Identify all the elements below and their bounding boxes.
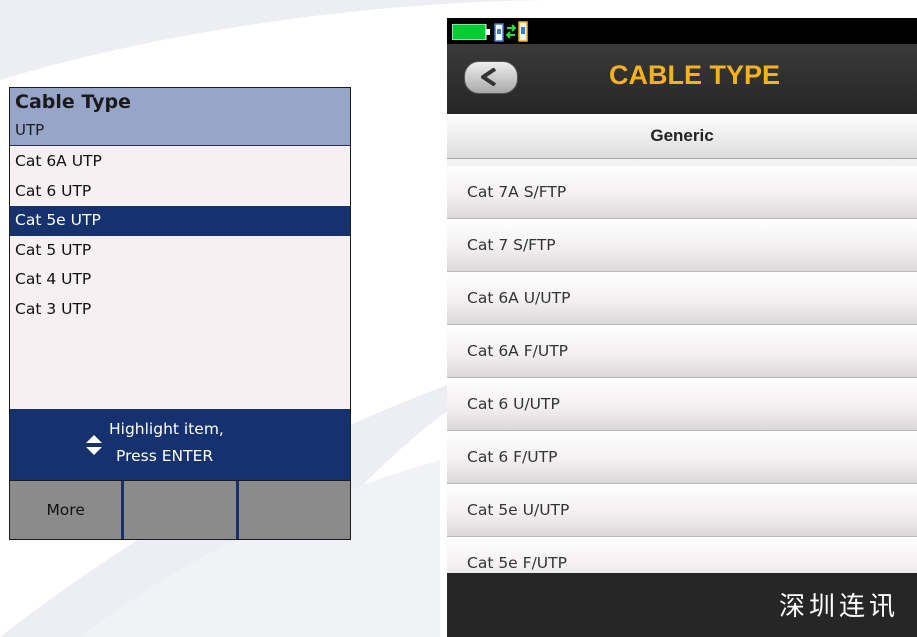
list-item-selected[interactable]: Cat 5e UTP <box>10 206 350 236</box>
softkey-3[interactable] <box>235 481 350 539</box>
list-item[interactable]: Cat 6A F/UTP <box>447 325 917 378</box>
softkey-2[interactable] <box>121 481 236 539</box>
list-item[interactable]: Cat 6 F/UTP <box>447 431 917 484</box>
cable-list: Cat 7A S/FTP Cat 7 S/FTP Cat 6A U/UTP Ca… <box>447 166 917 590</box>
status-bar <box>447 18 917 44</box>
cable-list: Cat 6A UTP Cat 6 UTP Cat 5e UTP Cat 5 UT… <box>10 147 350 324</box>
hint-text-line1: Highlight item, <box>109 420 224 438</box>
title-bar: CABLE TYPE <box>447 44 917 114</box>
page-title: CABLE TYPE <box>608 60 781 90</box>
list-item[interactable]: Cat 4 UTP <box>10 265 350 295</box>
hint-bar: Highlight item, Press ENTER <box>10 409 350 480</box>
left-device-screen: Cable Type UTP Cat 6A UTP Cat 6 UTP Cat … <box>9 87 351 540</box>
list-item[interactable]: Cat 7 S/FTP <box>447 219 917 272</box>
link-status-icon <box>494 21 528 42</box>
more-button[interactable]: More <box>10 481 122 539</box>
list-item[interactable]: Cat 3 UTP <box>10 295 350 325</box>
cable-type-header: Cable Type UTP <box>10 88 350 146</box>
list-item[interactable]: Cat 6A UTP <box>10 147 350 177</box>
list-item[interactable]: Cat 6 U/UTP <box>447 378 917 431</box>
list-item[interactable]: Cat 6A U/UTP <box>447 272 917 325</box>
list-item[interactable]: Cat 7A S/FTP <box>447 166 917 219</box>
page-title: Cable Type <box>15 91 131 113</box>
list-item[interactable]: Cat 6 UTP <box>10 177 350 207</box>
page-subtitle: UTP <box>15 121 45 139</box>
right-device-screen: CABLE TYPE Generic Cat 7A S/FTP Cat 7 S/… <box>447 18 917 637</box>
list-item[interactable]: Cat 5 UTP <box>10 236 350 266</box>
hint-text-line2: Press ENTER <box>116 447 214 465</box>
list-item[interactable]: Cat 5e U/UTP <box>447 484 917 537</box>
updown-arrows-icon <box>86 435 102 455</box>
footer-bar: 深圳连讯 <box>447 573 917 637</box>
group-header-generic[interactable]: Generic <box>447 114 917 159</box>
watermark: 深圳连讯 <box>778 592 899 622</box>
softkey-bar: More <box>10 480 350 539</box>
battery-icon <box>452 24 490 40</box>
